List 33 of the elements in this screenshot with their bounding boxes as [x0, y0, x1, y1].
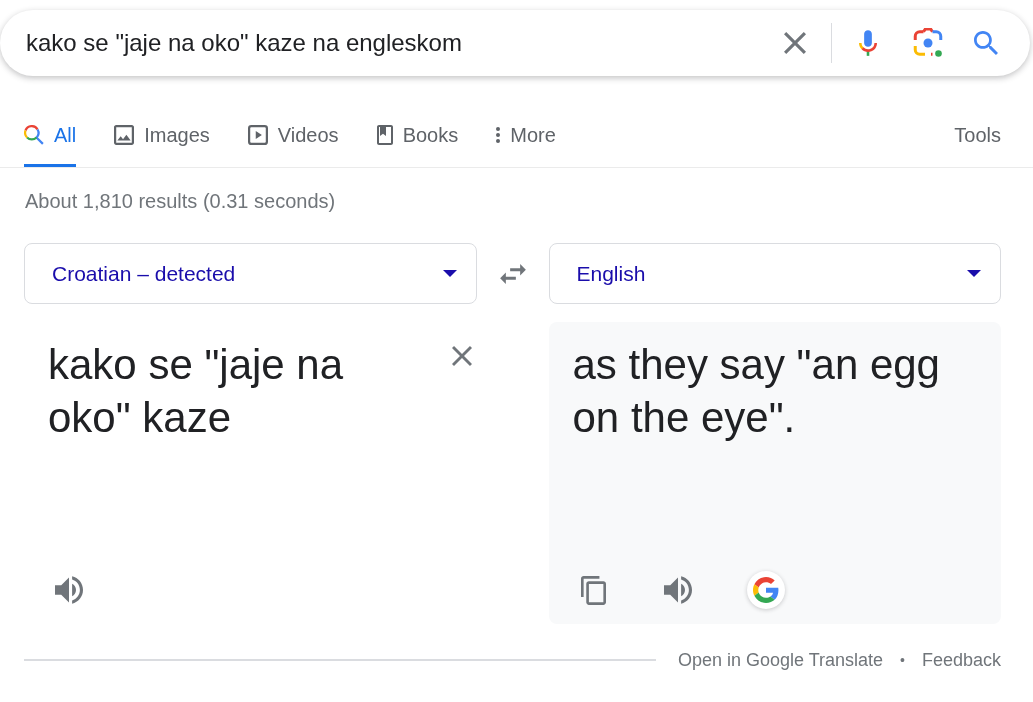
book-icon — [376, 125, 393, 145]
image-icon — [114, 125, 135, 145]
copy-icon — [581, 575, 606, 605]
more-icon — [496, 127, 501, 143]
dropdown-caret-icon — [967, 270, 981, 277]
speaker-icon — [55, 576, 83, 604]
source-language-dropdown[interactable]: Croatian – detected — [24, 243, 477, 304]
close-icon — [451, 346, 472, 366]
search-icon — [24, 125, 44, 145]
source-text-field[interactable]: kako se "jaje na oko" kaze — [48, 338, 417, 444]
search-tab[interactable]: All — [24, 100, 77, 167]
microphone-icon — [859, 30, 877, 56]
search-icon — [974, 31, 998, 55]
google-button[interactable] — [746, 571, 785, 609]
close-icon — [784, 32, 806, 54]
translated-text: as they say "an egg on the eye". — [572, 340, 941, 443]
search-tab[interactable]: Books — [376, 100, 459, 167]
search-tab[interactable]: More — [496, 100, 556, 167]
play-icon — [247, 125, 268, 145]
search-tab[interactable]: Videos — [247, 100, 339, 167]
search-field[interactable]: kako se "jaje na oko" kaze na engleskom — [26, 10, 771, 76]
speaker-icon — [663, 576, 692, 604]
feedback-link[interactable]: Feedback — [921, 649, 1001, 671]
swap-arrows-icon — [499, 263, 526, 284]
search-tab[interactable]: Images — [114, 100, 210, 167]
target-language-dropdown[interactable]: English — [548, 243, 1001, 304]
open-translate-link[interactable]: Open in Google Translate — [677, 649, 884, 671]
tools-button[interactable]: Tools — [954, 100, 1001, 167]
result-stats: About 1,810 results (0.31 seconds) — [25, 189, 337, 213]
g-logo-icon — [752, 577, 779, 603]
separator-dot: • — [900, 652, 905, 668]
camera-lens-icon — [913, 28, 943, 58]
dropdown-caret-icon — [442, 270, 457, 277]
